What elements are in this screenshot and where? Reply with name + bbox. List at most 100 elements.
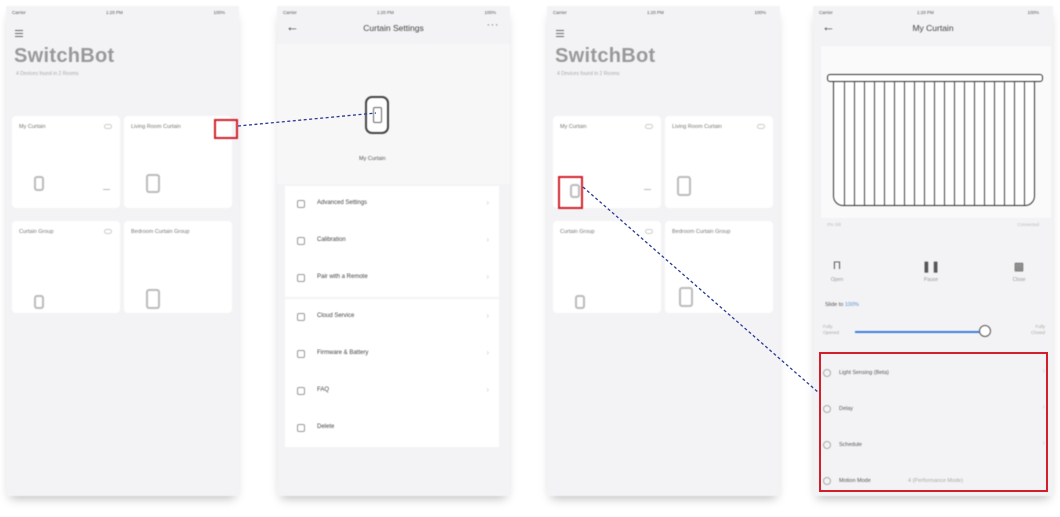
chevron-right-icon: › <box>486 385 489 394</box>
fully-opened-label: Fully Opened <box>823 324 840 335</box>
signal-icon <box>104 229 112 234</box>
open-label: Open <box>830 277 844 283</box>
position-slider-thumb[interactable] <box>979 325 991 337</box>
curtain-fold <box>1004 82 1006 205</box>
device-card-curtain-group[interactable]: Curtain Group <box>553 221 661 313</box>
menu-icon[interactable] <box>556 30 564 38</box>
menu-item-cloud-service[interactable]: Cloud Service › <box>285 299 499 336</box>
page-title: My Curtain <box>912 23 954 33</box>
card-name: Curtain Group <box>19 229 54 235</box>
options-highlight <box>819 352 1048 492</box>
curtain-bot-icon <box>365 96 389 134</box>
settings-group-2: Cloud Service › Firmware & Battery › FAQ… <box>285 299 499 447</box>
curtain-fold <box>854 82 856 205</box>
curtain-fold <box>1014 82 1016 205</box>
phone-home-screen-2: Carrier 1:20 PM 100% SwitchBot 4 Devices… <box>547 6 780 496</box>
device-card-my-curtain[interactable]: My Curtain <box>12 116 120 208</box>
carrier-label: Carrier <box>819 10 833 15</box>
calibration-icon <box>297 237 305 245</box>
device-card-bedroom-group[interactable]: Bedroom Curtain Group <box>124 221 232 313</box>
open-button[interactable]: Π Open <box>817 260 857 283</box>
page-title: Curtain Settings <box>363 23 424 33</box>
menu-item-calibration[interactable]: Calibration › <box>285 223 499 260</box>
curtain-device-icon <box>146 174 160 193</box>
curtain-fold <box>984 82 986 205</box>
brand-title: SwitchBot <box>555 45 656 67</box>
device-card-curtain-group[interactable]: Curtain Group <box>12 221 120 313</box>
menu-item-label: Firmware & Battery <box>317 350 369 356</box>
carrier-label: Carrier <box>283 10 297 15</box>
close-label: Close <box>1012 277 1026 283</box>
chevron-right-icon: › <box>486 348 489 357</box>
carrier-label: Carrier <box>12 10 26 15</box>
chevron-right-icon: › <box>486 311 489 320</box>
more-icon[interactable]: ··· <box>487 19 500 31</box>
curtain-device-icon <box>575 295 585 309</box>
settings-icon-highlight[interactable] <box>214 119 238 139</box>
curtain-fold <box>924 82 926 205</box>
card-name: My Curtain <box>19 124 46 130</box>
slide-to-label: Slide to 100% <box>825 302 859 308</box>
open-icon: Π <box>833 260 841 272</box>
curtain-rod <box>827 74 1043 82</box>
slide-prefix: Slide to <box>825 302 845 308</box>
battery-label: 100% <box>1027 10 1039 15</box>
divider <box>644 188 651 190</box>
slide-value: 100% <box>844 302 859 308</box>
curtain-fold <box>894 82 896 205</box>
curtain-fold <box>954 82 956 205</box>
pause-label: Pause <box>923 277 939 283</box>
card-name: Bedroom Curtain Group <box>672 229 731 235</box>
menu-item-label: Cloud Service <box>317 313 355 319</box>
remote-icon <box>297 274 305 282</box>
curtain-fold <box>974 82 976 205</box>
card-name: Living Room Curtain <box>131 124 181 130</box>
curtain-fold <box>904 82 906 205</box>
signal-icon <box>757 124 765 129</box>
menu-item-label: FAQ <box>317 387 330 393</box>
pause-button[interactable]: ❚❚ Pause <box>911 260 951 283</box>
card-name: Living Room Curtain <box>672 124 722 130</box>
curtain-fold <box>874 82 876 205</box>
settings-group-1: Advanced Settings › Calibration › Pair w… <box>285 186 499 297</box>
position-slider-track[interactable] <box>855 331 985 333</box>
curtain-fold <box>864 82 866 205</box>
status-bar: Carrier 1:20 PM 100% <box>277 6 510 22</box>
menu-item-faq[interactable]: FAQ › <box>285 373 499 410</box>
curtain-fold <box>934 82 936 205</box>
menu-item-label: Calibration <box>317 237 346 243</box>
menu-item-delete[interactable]: Delete <box>285 410 499 447</box>
pause-icon: ❚❚ <box>921 261 941 273</box>
phone-curtain-settings: Carrier 1:20 PM 100% ← Curtain Settings … <box>277 6 510 496</box>
question-icon <box>297 387 305 395</box>
phone-home-screen: Carrier 1:20 PM 100% SwitchBot 4 Devices… <box>6 6 239 496</box>
card-name: Bedroom Curtain Group <box>131 229 190 235</box>
status-bar: Carrier 1:20 PM 100% <box>547 6 780 22</box>
signal-icon <box>645 124 653 129</box>
menu-item-pair-remote[interactable]: Pair with a Remote › <box>285 260 499 297</box>
card-name: Curtain Group <box>560 229 595 235</box>
device-icon-highlight[interactable] <box>558 176 583 209</box>
battery-icon <box>297 350 305 358</box>
card-name: My Curtain <box>560 124 587 130</box>
curtain-fold <box>1024 82 1026 205</box>
curtain-device-icon <box>146 289 160 309</box>
curtain-device-icon <box>34 295 44 309</box>
menu-item-advanced-settings[interactable]: Advanced Settings › <box>285 186 499 223</box>
curtain-fold <box>964 82 966 205</box>
menu-item-firmware-battery[interactable]: Firmware & Battery › <box>285 336 499 373</box>
menu-icon[interactable] <box>15 30 23 38</box>
curtain-fold <box>994 82 996 205</box>
device-card-living-room[interactable]: Living Room Curtain <box>665 116 773 208</box>
curtain-fold <box>944 82 946 205</box>
signal-icon <box>104 124 112 129</box>
chevron-right-icon: › <box>486 235 489 244</box>
close-button[interactable]: ▩ Close <box>999 260 1039 283</box>
chevron-right-icon: › <box>486 272 489 281</box>
position-text: 0% Slit <box>827 222 842 227</box>
curtain-device-icon <box>677 176 691 196</box>
divider <box>103 188 110 190</box>
status-bar: Carrier 1:20 PM 100% <box>813 6 1053 22</box>
signal-icon <box>645 229 653 234</box>
device-card-bedroom-group[interactable]: Bedroom Curtain Group <box>665 221 773 313</box>
